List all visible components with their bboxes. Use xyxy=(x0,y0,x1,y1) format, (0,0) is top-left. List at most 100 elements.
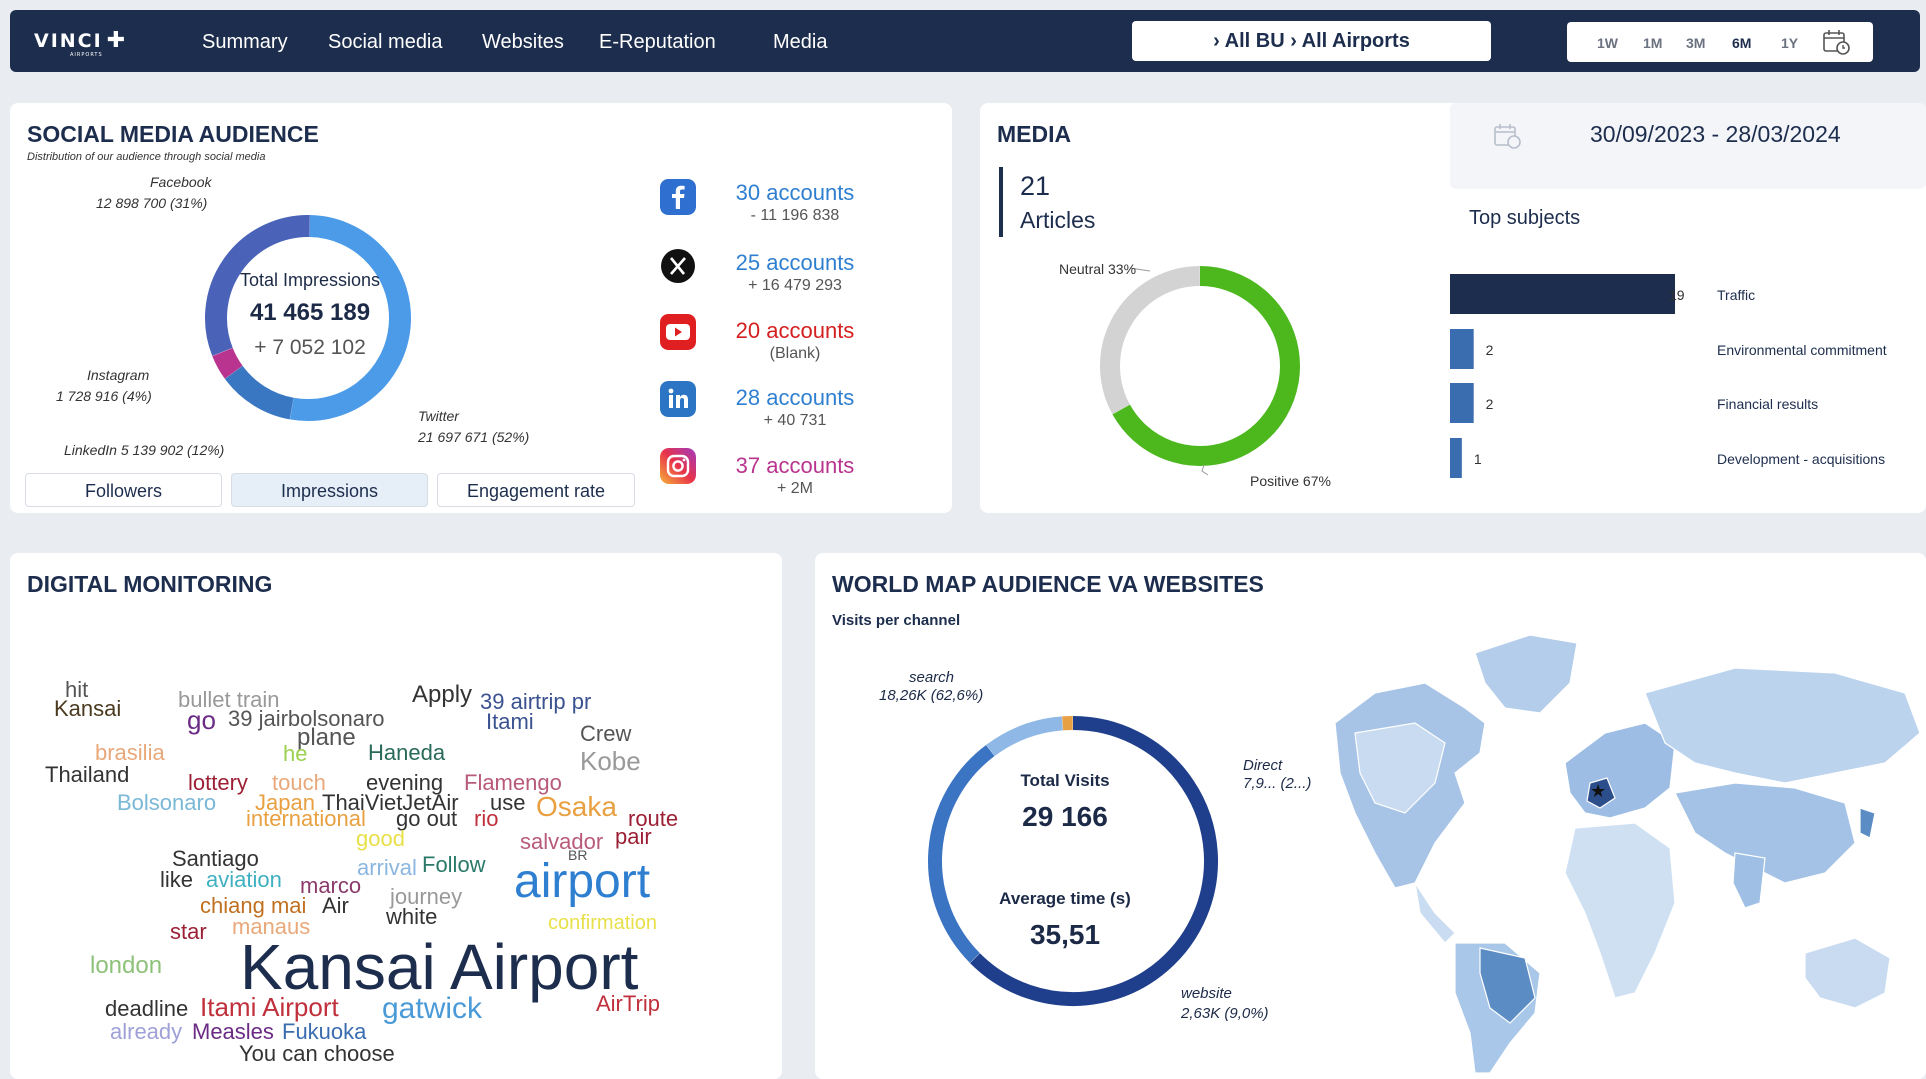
word-cloud-word: confirmation xyxy=(548,912,657,934)
map-russia xyxy=(1644,667,1921,784)
positive-leader-line xyxy=(1201,464,1209,476)
tab-impressions[interactable]: Impressions xyxy=(231,473,428,507)
date-range-value: 30/09/2023 - 28/03/2024 xyxy=(1590,121,1841,147)
average-time-label: Average time (s) xyxy=(999,889,1131,908)
twitter-slice-name: Twitter xyxy=(418,408,459,424)
total-impressions-value: 41 465 189 xyxy=(249,299,371,326)
total-impressions-label: Total Impressions xyxy=(239,270,381,290)
facebook-icon xyxy=(660,179,696,215)
word-cloud-word: Apply xyxy=(412,681,473,708)
period-selector: 1W 1M 3M 6M 1Y xyxy=(1567,22,1873,62)
word-cloud-word: london xyxy=(90,952,163,979)
word-cloud-word: Osaka xyxy=(536,791,617,822)
subject-bar-label: Financial results xyxy=(1717,396,1818,412)
facebook-slice-name: Facebook xyxy=(150,174,212,190)
sentiment-donut xyxy=(1100,266,1300,476)
subject-bar-value: 19 xyxy=(1669,287,1685,303)
word-cloud-word: Thailand xyxy=(45,762,130,787)
word-cloud-word: Kansai Airport xyxy=(240,931,639,1003)
word-cloud-word: arrival xyxy=(357,855,417,880)
direct-channel-name: Direct xyxy=(1243,757,1283,774)
subject-bar xyxy=(1450,274,1675,314)
word-cloud-word: already xyxy=(110,1019,183,1044)
date-range-panel[interactable]: 30/09/2023 - 28/03/2024 xyxy=(1450,103,1926,189)
total-impressions-delta: + 7 052 102 xyxy=(254,336,366,359)
top-subjects-chart: 19 Traffic 2 Environmental commitment 2 Finan… xyxy=(1450,274,1887,478)
word-cloud-word: salvador xyxy=(520,829,604,854)
word-cloud-word: he xyxy=(283,741,308,766)
word-cloud-word: Itami xyxy=(486,709,534,734)
nav-media[interactable]: Media xyxy=(773,31,827,54)
word-cloud-word: Haneda xyxy=(368,740,446,765)
facebook-slice-value: 12 898 700 (31%) xyxy=(96,195,208,211)
linkedin-icon xyxy=(660,381,696,417)
total-visits-label: Total Visits xyxy=(1020,771,1110,790)
logo-subtext: AIRPORTS xyxy=(70,52,103,58)
word-cloud-word: airport xyxy=(514,855,651,908)
average-time-value: 35,51 xyxy=(1029,919,1101,950)
neutral-label: Neutral 33% xyxy=(1059,261,1137,277)
website-channel-name: website xyxy=(1181,985,1232,1002)
subject-bar xyxy=(1450,438,1462,478)
linkedin-accounts: 28 accounts + 40 731 xyxy=(735,385,855,429)
period-1y[interactable]: 1Y xyxy=(1781,35,1798,51)
word-cloud-word: Crew xyxy=(580,721,632,746)
calendar-icon[interactable] xyxy=(1821,28,1851,56)
word-cloud-word: Itami Airport xyxy=(200,992,339,1022)
word-cloud-word: Measles xyxy=(192,1019,274,1044)
period-1m[interactable]: 1M xyxy=(1643,35,1662,51)
logo-text: VINCI xyxy=(34,30,103,52)
nav-social-media[interactable]: Social media xyxy=(328,31,443,54)
map-europe xyxy=(1564,722,1676,819)
tab-followers[interactable]: Followers xyxy=(25,473,222,507)
donut-slice-neutral xyxy=(1100,266,1201,415)
word-cloud-word: good xyxy=(356,826,405,851)
top-subjects-title: Top subjects xyxy=(1469,207,1581,229)
subject-bar-value: 2 xyxy=(1486,342,1494,358)
world-map[interactable]: ★ xyxy=(1315,613,1926,1079)
word-cloud-word: deadline xyxy=(105,996,189,1021)
map-asia xyxy=(1674,782,1856,884)
social-media-card: SOCIAL MEDIA AUDIENCE Distribution of ou… xyxy=(10,103,952,513)
top-nav: VINCI ✚ AIRPORTS Summary Social media Web… xyxy=(10,10,1920,72)
digital-monitoring-card: DIGITAL MONITORING hit Kansai bullet train… xyxy=(10,553,782,1079)
period-6m[interactable]: 6M xyxy=(1732,35,1751,51)
word-cloud-word: Kobe xyxy=(580,746,641,776)
positive-label: Positive 67% xyxy=(1250,473,1331,489)
map-greenland xyxy=(1474,634,1578,714)
website-channel-value: 2,63K (9,0%) xyxy=(1181,1005,1269,1022)
location-marker-icon: ★ xyxy=(1590,781,1606,802)
linkedin-slice-label: LinkedIn 5 139 902 (12%) xyxy=(64,442,225,458)
search-channel-name: search xyxy=(909,669,955,686)
vinci-logo[interactable]: VINCI ✚ AIRPORTS xyxy=(34,28,127,58)
youtube-icon xyxy=(660,314,696,350)
total-visits-value: 29 166 xyxy=(1022,801,1108,832)
subject-bar-label: Traffic xyxy=(1717,287,1755,303)
word-cloud-word: gatwick xyxy=(382,992,483,1025)
word-cloud-word: star xyxy=(170,919,207,944)
word-cloud-word: You can choose xyxy=(239,1041,395,1066)
word-cloud-word: like xyxy=(160,867,194,892)
period-3m[interactable]: 3M xyxy=(1686,35,1705,51)
nav-e-reputation[interactable]: E-Reputation xyxy=(599,31,716,54)
tab-engagement-rate[interactable]: Engagement rate xyxy=(437,473,635,507)
period-1w[interactable]: 1W xyxy=(1597,35,1618,51)
donut-slice-website xyxy=(986,716,1064,757)
instagram-slice-value: 1 728 916 (4%) xyxy=(56,388,152,404)
facebook-accounts: 30 accounts - 11 196 838 xyxy=(735,180,855,224)
calendar-icon xyxy=(1494,124,1521,149)
bu-airport-filter[interactable]: › All BU › All Airports xyxy=(1132,21,1491,61)
subject-bar xyxy=(1450,329,1474,369)
word-cloud-word: international xyxy=(246,806,366,831)
donut-slice-direct xyxy=(928,744,995,963)
word-cloud-word: aviation xyxy=(206,867,282,892)
map-japan xyxy=(1859,807,1876,839)
donut-slice-linkedin xyxy=(224,365,294,420)
digital-title: DIGITAL MONITORING xyxy=(27,571,273,597)
youtube-accounts: 20 accounts (Blank) xyxy=(735,318,855,362)
word-cloud-word: rio xyxy=(474,806,499,831)
nav-summary[interactable]: Summary xyxy=(202,31,288,54)
nav-websites[interactable]: Websites xyxy=(482,31,564,54)
subject-bar-label: Environmental commitment xyxy=(1717,342,1887,358)
word-cloud-word: Kansai xyxy=(54,696,122,721)
